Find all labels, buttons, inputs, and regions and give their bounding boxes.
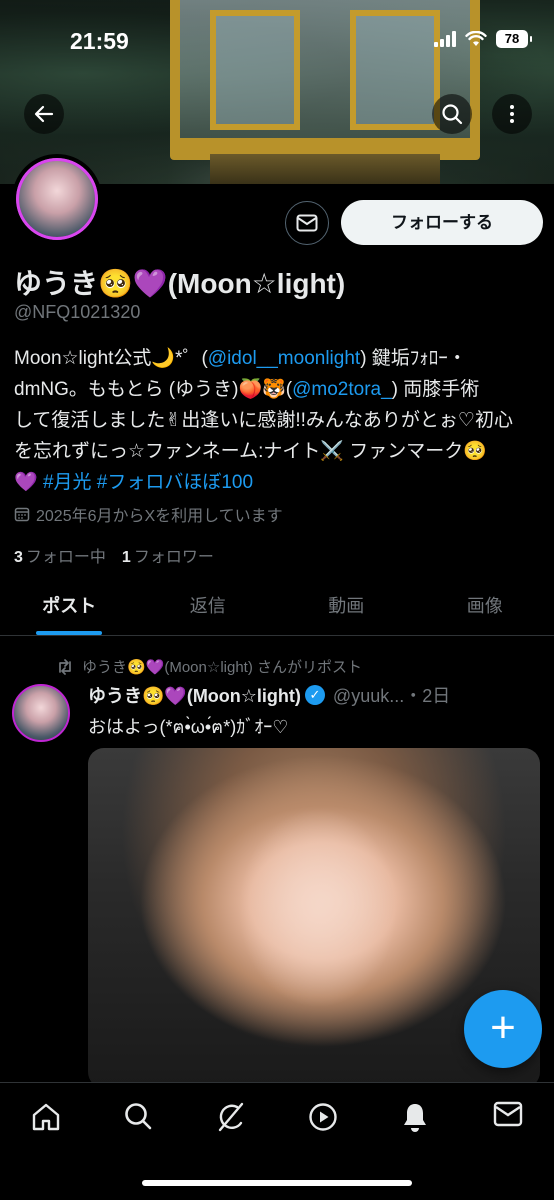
- envelope-icon: [493, 1101, 522, 1127]
- profile-handle: @NFQ1021320: [14, 302, 141, 322]
- search-icon: [442, 104, 463, 125]
- post-author-meta[interactable]: @yuuk...・2日: [333, 682, 450, 708]
- bio-text: Moon☆light公式🌙*゜(: [14, 348, 208, 369]
- more-vertical-icon: [510, 105, 514, 123]
- bio-text: ) 両膝手術: [391, 379, 480, 400]
- envelope-icon: [296, 214, 318, 232]
- followers-count: 1: [121, 549, 131, 566]
- followers-link[interactable]: 1 フォロワー: [122, 543, 214, 567]
- battery-indicator: 78: [496, 30, 532, 48]
- joined-date: 2025年6月からXを利用しています: [14, 502, 283, 526]
- media-photo: [238, 808, 398, 1008]
- following-link[interactable]: 3 フォロー中: [14, 543, 106, 567]
- calendar-icon: [14, 507, 30, 522]
- following-count: 3: [14, 549, 23, 566]
- plus-icon: +: [490, 1003, 516, 1052]
- tab-videos[interactable]: 動画: [277, 580, 416, 635]
- more-button[interactable]: [492, 94, 532, 134]
- back-button[interactable]: [24, 94, 64, 134]
- profile-tabs: ポスト 返信 動画 画像: [0, 580, 554, 636]
- followers-label: フォロワー: [133, 549, 214, 566]
- bio-text: を忘れずにっ☆ファンネーム:ナイト⚔️ ファンマーク🥺: [14, 441, 487, 462]
- nav-video[interactable]: [300, 1101, 346, 1141]
- joined-text: 2025年6月からXを利用しています: [36, 508, 283, 525]
- bio-mention-moonlight[interactable]: @idol__moonlight: [208, 348, 360, 369]
- tab-replies[interactable]: 返信: [139, 580, 278, 635]
- bio-mention-mo2tora[interactable]: @mo2tora_: [292, 379, 392, 400]
- tab-images[interactable]: 画像: [416, 580, 554, 635]
- search-button[interactable]: [432, 94, 472, 134]
- post-text: おはよっ(*ฅ•̀ω•́ฅ*)ｶﾞｵｰ♡: [88, 717, 289, 737]
- search-icon: [125, 1103, 152, 1130]
- following-label: フォロー中: [25, 549, 106, 566]
- follow-counts: 3 フォロー中 1 フォロワー: [14, 543, 214, 567]
- bio-text: ) 鍵垢ﾌｫﾛｰ・: [360, 348, 467, 369]
- arrow-left-icon: [34, 105, 54, 123]
- home-icon: [32, 1103, 60, 1131]
- profile-name: ゆうき🥺💜(Moon☆light): [14, 268, 346, 299]
- nav-search[interactable]: [115, 1101, 161, 1141]
- nav-grok[interactable]: [208, 1101, 254, 1141]
- play-circle-icon: [309, 1103, 337, 1131]
- post-author-name[interactable]: ゆうき🥺💜(Moon☆light): [88, 682, 301, 708]
- bio-hashtags[interactable]: #月光 #フォロバほぼ100: [43, 472, 253, 493]
- verified-badge-icon: ✓: [304, 685, 325, 705]
- post-header: ゆうき🥺💜(Moon☆light) ✓ @yuuk...・2日: [88, 682, 544, 708]
- repost-icon: [59, 658, 71, 675]
- repost-text[interactable]: ゆうき🥺💜(Moon☆light) さんがリポスト: [82, 656, 362, 677]
- repost-indicator: ゆうき🥺💜(Moon☆light) さんがリポスト: [56, 656, 362, 677]
- compose-button[interactable]: +: [464, 990, 542, 1068]
- bell-icon: [404, 1104, 427, 1132]
- profile-avatar[interactable]: [12, 154, 102, 244]
- message-button[interactable]: [285, 201, 329, 245]
- profile-bio: Moon☆light公式🌙*゜(@idol__moonlight) 鍵垢ﾌｫﾛｰ…: [14, 343, 544, 498]
- post-author-avatar[interactable]: [12, 684, 70, 742]
- bio-text: 💜: [14, 472, 43, 493]
- nav-notifications[interactable]: [392, 1101, 438, 1141]
- status-time: 21:59: [70, 28, 129, 54]
- follow-button[interactable]: フォローする: [341, 200, 543, 245]
- nav-home[interactable]: [23, 1101, 69, 1141]
- bio-text: dmNG。ももとら (ゆうき)🍑🐯(: [14, 379, 293, 400]
- bio-text: して復活しました✌︎出逢いに感謝!!みんなありがとぉ♡初心: [14, 410, 513, 431]
- nav-messages[interactable]: [485, 1101, 531, 1141]
- tab-posts[interactable]: ポスト: [0, 580, 139, 635]
- wifi-icon: [465, 31, 487, 46]
- signal-icon: [434, 31, 456, 47]
- status-bar: 21:59 78: [0, 0, 554, 84]
- home-indicator[interactable]: [142, 1180, 412, 1186]
- grok-icon: [218, 1102, 244, 1132]
